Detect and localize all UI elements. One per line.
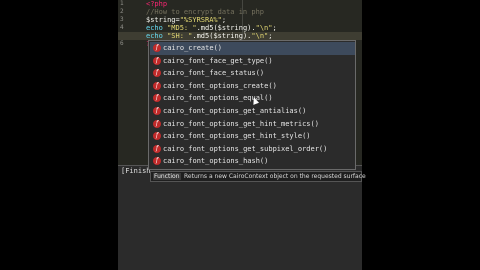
code-token: ; [221, 16, 227, 24]
function-icon: f [153, 44, 161, 52]
function-icon: f [153, 94, 161, 103]
function-icon: f [153, 144, 161, 153]
autocomplete-item-label: cairo_font_options_get_antialias() [163, 107, 307, 115]
code-token: "\n" [251, 32, 269, 40]
code-token: .md5($string). [192, 32, 252, 40]
tooltip-description: Returns a new CairoContext object on the… [184, 173, 366, 180]
autocomplete-item[interactable]: f cairo_font_face_status() [150, 67, 355, 80]
autocomplete-popup[interactable]: f cairo_create() f cairo_font_face_get_type… [148, 40, 356, 170]
function-icon: f [153, 107, 161, 115]
autocomplete-item[interactable]: f cairo_font_options_get_hint_metrics() [150, 118, 355, 131]
function-tooltip: Function Returns a new CairoContext obje… [150, 171, 366, 182]
code-line[interactable]: echo "SH: ".md5($string)."\n"; [146, 32, 272, 40]
autocomplete-item-label: cairo_font_face_status() [163, 69, 265, 78]
line-number: 3 [120, 16, 124, 23]
autocomplete-item-label: cairo_font_options_hash() [163, 157, 269, 166]
autocomplete-item-label: cairo_font_options_get_hint_metrics() [163, 119, 319, 128]
line-number: 6 [120, 40, 124, 47]
code-token: <?php [146, 0, 168, 8]
code-line[interactable]: //How to encrypt data in php [146, 8, 264, 16]
autocomplete-item[interactable]: f cairo_font_options_get_antialias() [150, 105, 355, 118]
autocomplete-item[interactable]: f cairo_create() [150, 42, 355, 55]
code-line[interactable]: $string="%SYRSRA%"; [146, 16, 226, 24]
autocomplete-item-label: cairo_create() [163, 44, 223, 52]
code-token: echo [146, 32, 168, 40]
function-icon: f [153, 69, 161, 78]
code-token: //How to encrypt data in php [146, 8, 265, 16]
autocomplete-item-label: cairo_font_face_get_type() [163, 56, 273, 65]
autocomplete-item[interactable]: f cairo_font_options_get_subpixel_order() [150, 143, 355, 156]
line-number: 1 [120, 0, 124, 7]
code-token: .md5($string). [196, 24, 256, 32]
function-icon: f [153, 119, 161, 128]
line-number-gutter: 123456 [118, 0, 132, 60]
code-line[interactable]: echo "MD5: ".md5($string)."\n"; [146, 24, 277, 32]
autocomplete-item-label: cairo_font_options_create() [163, 81, 277, 90]
code-token: $string= [146, 16, 180, 24]
line-number: 4 [120, 24, 124, 31]
autocomplete-item[interactable]: f cairo_font_options_get_hint_style() [150, 130, 355, 143]
autocomplete-item[interactable]: f cairo_font_options_create() [150, 80, 355, 93]
line-number: 2 [120, 8, 124, 15]
function-icon: f [153, 157, 161, 166]
code-token: ; [272, 24, 277, 32]
code-token: echo [146, 24, 168, 32]
function-icon: f [153, 81, 161, 90]
code-token: "MD5: " [167, 24, 197, 32]
autocomplete-item[interactable]: f cairo_font_face_get_type() [150, 55, 355, 68]
code-token: "SH: " [167, 32, 193, 40]
code-token: "\n" [255, 24, 273, 32]
code-token: ; [268, 32, 273, 40]
function-icon: f [153, 132, 161, 141]
autocomplete-item[interactable]: f cairo_font_options_hash() [150, 155, 355, 168]
code-line[interactable]: <?php [146, 0, 167, 8]
autocomplete-item-label: cairo_font_options_get_hint_style() [163, 132, 311, 141]
function-icon: f [153, 56, 161, 65]
tooltip-kind-badge: Function [153, 173, 181, 180]
output-text: [Finish [121, 167, 151, 175]
code-token: "%SYRSRA%" [179, 16, 222, 24]
autocomplete-item-label: cairo_font_options_get_subpixel_order() [163, 144, 328, 153]
